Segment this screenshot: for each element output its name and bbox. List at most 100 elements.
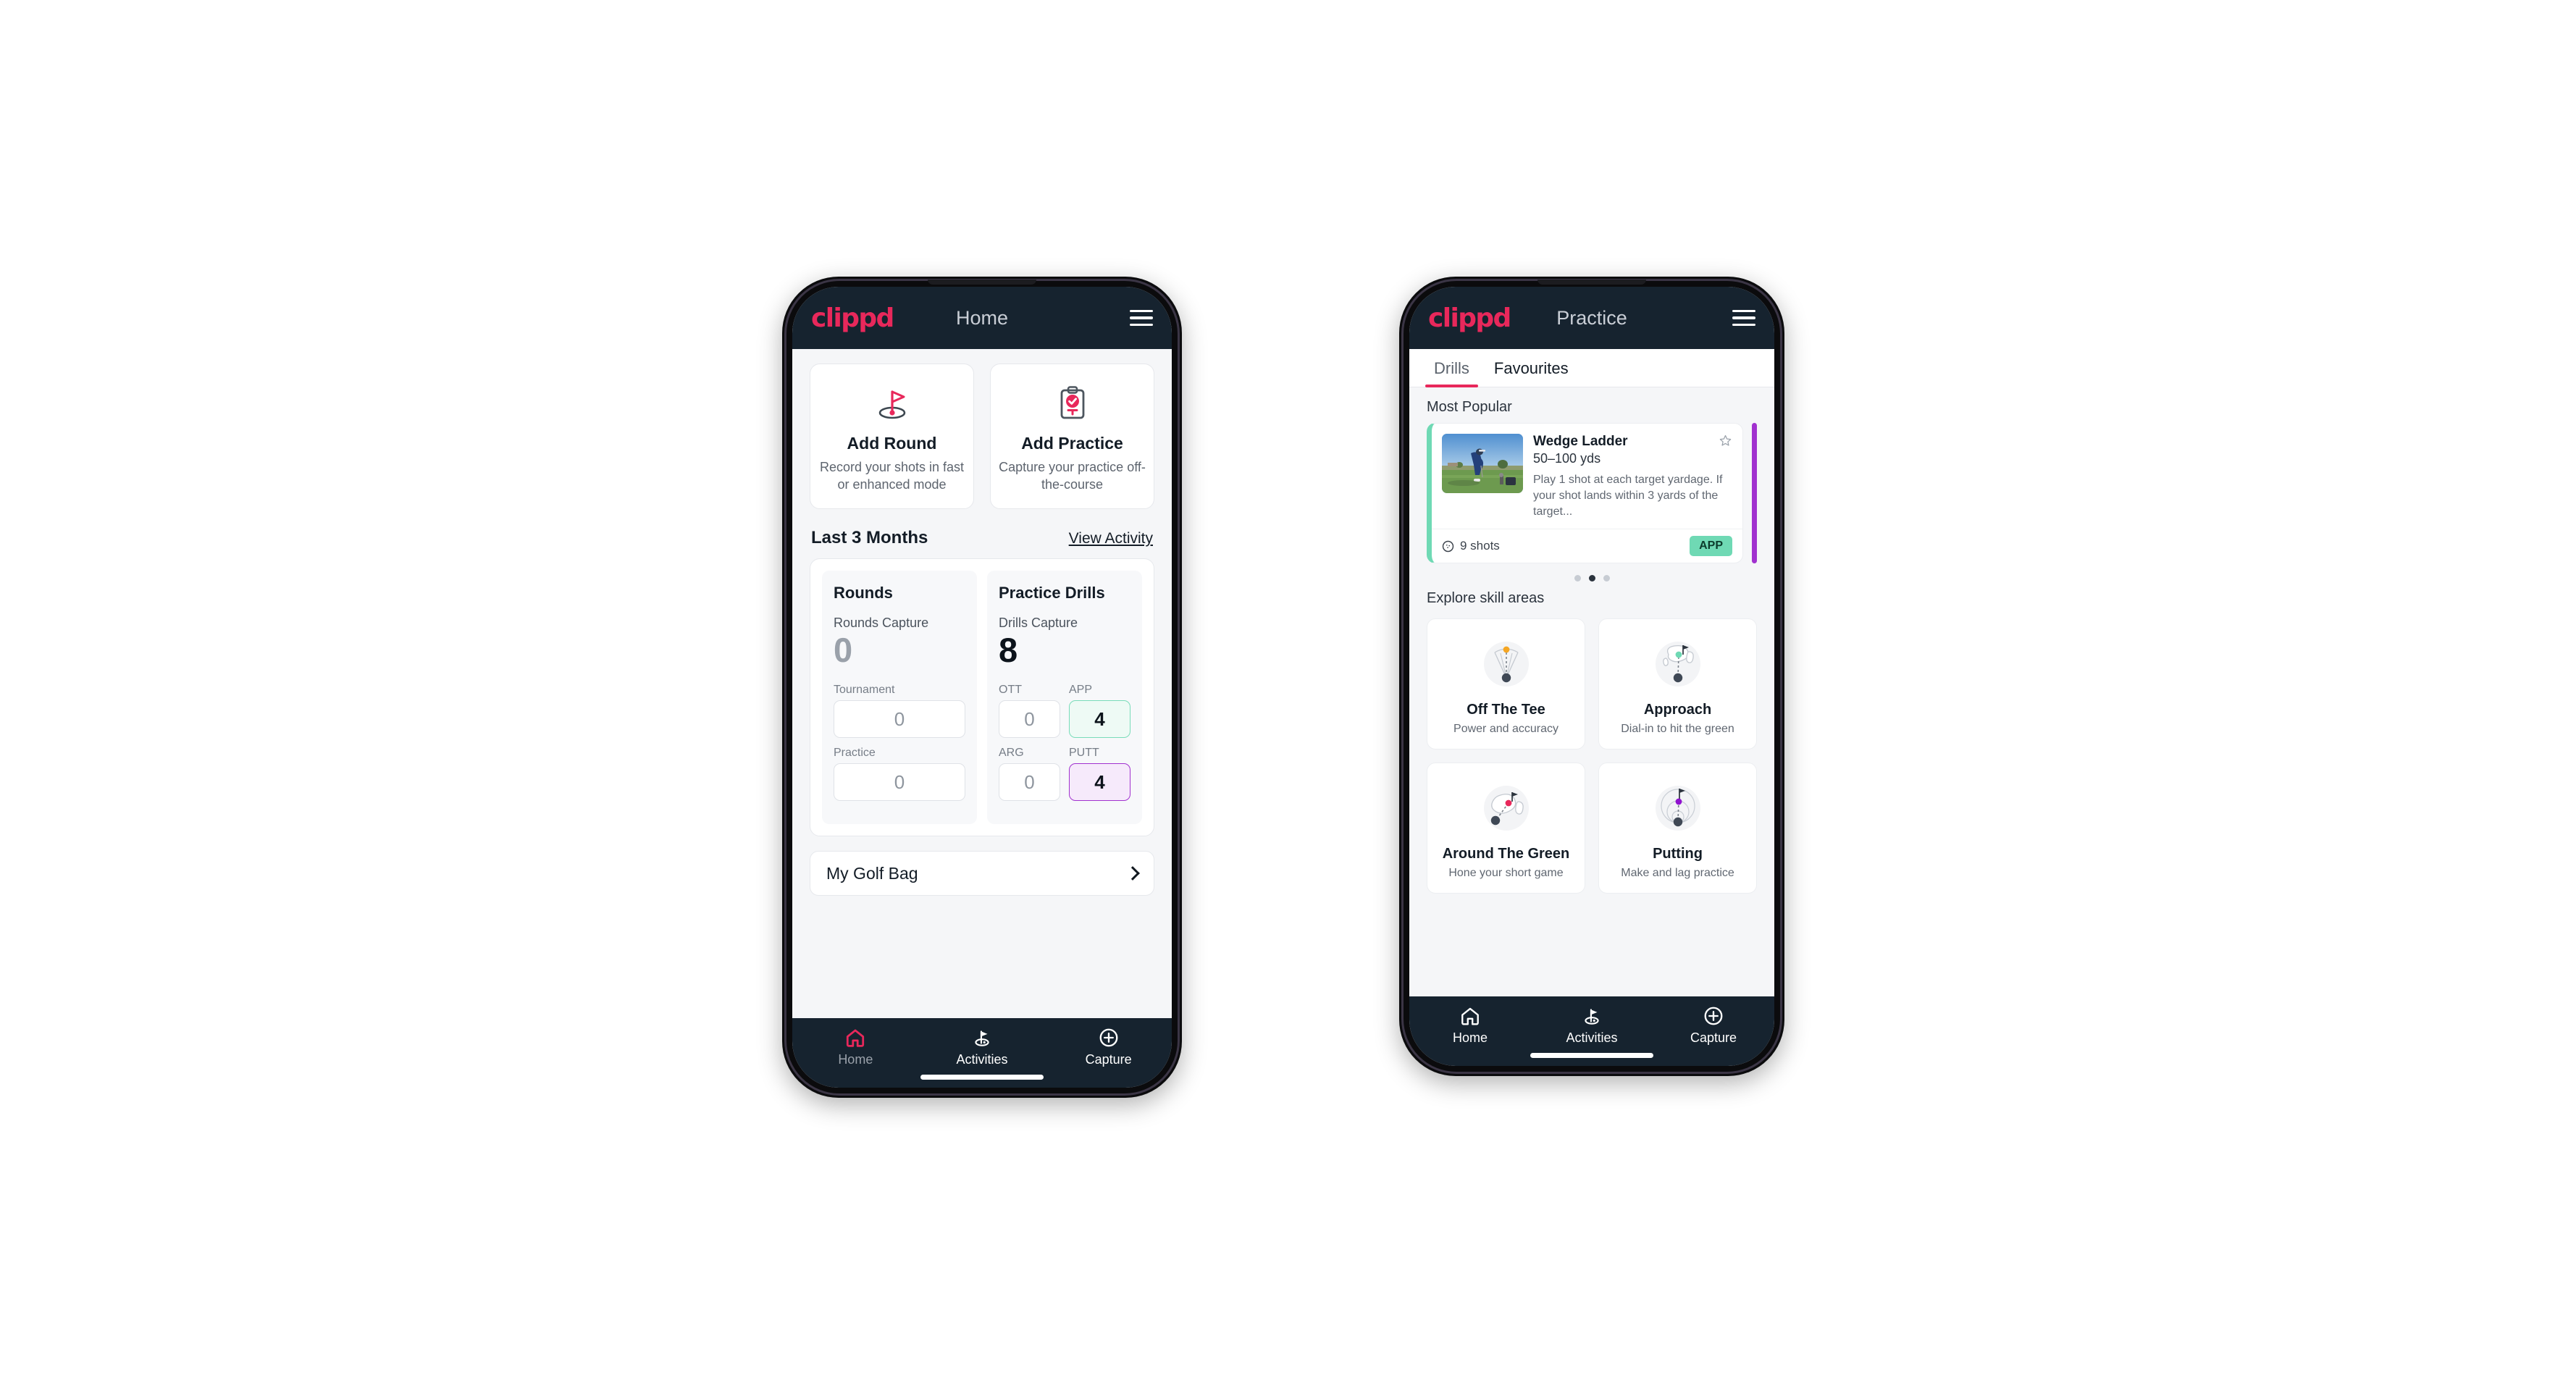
my-golf-bag-row[interactable]: My Golf Bag	[810, 851, 1154, 896]
home-indicator	[920, 1075, 1044, 1080]
my-golf-bag-label: My Golf Bag	[826, 863, 918, 883]
skill-card-off-the-tee[interactable]: Off The Tee Power and accuracy	[1427, 618, 1585, 750]
home-bottom-nav: Home Activities Capture	[792, 1018, 1172, 1088]
drill-top: Wedge Ladder 50–100 yds Play 1 shot at e…	[1432, 424, 1742, 529]
add-round-card[interactable]: Add Round Record your shots in fast or e…	[810, 364, 974, 509]
skill-title: Approach	[1643, 702, 1712, 718]
phone-speaker	[1537, 280, 1646, 285]
arg-value[interactable]: 0	[999, 763, 1060, 802]
nav-item-capture[interactable]: Capture	[1659, 1005, 1768, 1046]
quick-action-row: Add Round Record your shots in fast or e…	[792, 349, 1172, 509]
carousel-dots[interactable]	[1409, 563, 1774, 586]
carousel-dot[interactable]	[1574, 575, 1581, 582]
drill-description: Play 1 shot at each target yardage. If y…	[1533, 474, 1723, 518]
practice-value[interactable]: 0	[834, 763, 965, 802]
golf-flag-icon	[975, 1030, 989, 1046]
add-round-title: Add Round	[847, 434, 937, 453]
tab-favourites[interactable]: Favourites	[1485, 349, 1577, 387]
brand-logo[interactable]: clippd	[811, 303, 894, 333]
skill-title: Putting	[1653, 846, 1703, 862]
nav-item-activities[interactable]: Activities	[1537, 1005, 1646, 1046]
nav-label-capture: Capture	[1085, 1052, 1132, 1067]
nav-item-capture[interactable]: Capture	[1054, 1027, 1163, 1067]
skill-card-putting[interactable]: Putting Make and lag practice	[1598, 763, 1757, 894]
nav-label-activities: Activities	[956, 1052, 1008, 1067]
practice-tabs: Drills Favourites	[1409, 349, 1774, 387]
skill-subtitle: Hone your short game	[1448, 867, 1564, 880]
add-round-subtitle: Record your shots in fast or enhanced mo…	[819, 460, 965, 492]
nav-label-home: Home	[838, 1052, 873, 1067]
carousel-dot[interactable]	[1603, 575, 1610, 582]
skill-card-approach[interactable]: Approach Dial-in to hit the green	[1598, 618, 1757, 750]
tee-fan-icon	[1435, 631, 1577, 697]
drill-card[interactable]: Wedge Ladder 50–100 yds Play 1 shot at e…	[1427, 423, 1743, 564]
add-practice-title: Add Practice	[1021, 434, 1123, 453]
ott-value[interactable]: 0	[999, 700, 1060, 739]
putt-label: PUTT	[1069, 747, 1099, 760]
brand-logo[interactable]: clippd	[1428, 303, 1511, 333]
phone-speaker	[928, 280, 1036, 285]
tab-drills[interactable]: Drills	[1425, 349, 1478, 387]
arg-putt-row: ARG 0 PUTT 4	[999, 747, 1130, 810]
golf-flag-icon	[818, 380, 966, 425]
rounds-capture-label: Rounds Capture	[834, 615, 929, 630]
plus-circle-icon	[1704, 1007, 1723, 1025]
tournament-value[interactable]: 0	[834, 700, 965, 739]
skill-subtitle: Power and accuracy	[1453, 723, 1558, 736]
add-practice-subtitle: Capture your practice off-the-course	[999, 460, 1146, 492]
skill-card-around-the-green[interactable]: Around The Green Hone your short game	[1427, 763, 1585, 894]
carousel-dot-active[interactable]	[1588, 575, 1595, 582]
rounds-column: Rounds Rounds Capture 0 Tournament 0 Pra…	[822, 570, 977, 825]
rounds-capture-value: 0	[834, 630, 853, 669]
golf-ball-icon	[1442, 540, 1454, 552]
green-approach-icon	[1606, 631, 1749, 697]
drill-carousel[interactable]: Wedge Ladder 50–100 yds Play 1 shot at e…	[1409, 423, 1774, 564]
hamburger-icon[interactable]	[1130, 309, 1153, 327]
tournament-label: Tournament	[834, 684, 895, 697]
skill-subtitle: Make and lag practice	[1621, 867, 1734, 880]
practice-body: Most Popular Wedge Ladder 50–100 yds Pla…	[1409, 387, 1774, 996]
nav-item-home[interactable]: Home	[801, 1027, 910, 1067]
practice-appbar: clippd Practice	[1409, 287, 1774, 349]
view-activity-link[interactable]: View Activity	[1069, 530, 1153, 547]
putting-rings-icon	[1606, 775, 1749, 841]
last-3-months-header: Last 3 Months View Activity	[792, 509, 1172, 558]
arg-label: ARG	[999, 747, 1024, 760]
drill-shots: 9 shots	[1460, 539, 1500, 553]
nav-label-home: Home	[1452, 1030, 1488, 1045]
drill-yardage: 50–100 yds	[1533, 451, 1601, 466]
add-practice-card[interactable]: Add Practice Capture your practice off-t…	[990, 364, 1154, 509]
hamburger-icon[interactable]	[1732, 309, 1755, 327]
practice-drills-column: Practice Drills Drills Capture 8 OTT 0 A…	[987, 570, 1142, 825]
drills-title: Practice Drills	[999, 583, 1105, 602]
app-label: APP	[1069, 684, 1093, 697]
plus-circle-icon	[1099, 1028, 1118, 1047]
home-icon	[1461, 1007, 1479, 1025]
nav-label-activities: Activities	[1566, 1030, 1618, 1045]
practice-label: Practice	[834, 747, 876, 760]
clipboard-check-icon	[998, 380, 1146, 425]
nav-item-activities[interactable]: Activities	[928, 1027, 1036, 1067]
home-screen: Home clippd Home	[792, 287, 1172, 1088]
next-card-peek[interactable]	[1752, 423, 1757, 564]
home-icon	[847, 1029, 865, 1047]
screenshot-canvas: Home clippd Home	[0, 0, 2576, 1386]
practice-screen: clippd Practice Drills Favourites Most P…	[1409, 287, 1774, 1066]
skill-title: Off The Tee	[1467, 702, 1545, 718]
chevron-right-icon	[1125, 866, 1140, 881]
nav-item-home[interactable]: Home	[1416, 1005, 1524, 1046]
most-popular-label: Most Popular	[1427, 399, 1512, 415]
drill-info: Wedge Ladder 50–100 yds Play 1 shot at e…	[1533, 434, 1732, 520]
app-value[interactable]: 4	[1069, 700, 1130, 739]
drill-name-row: Wedge Ladder	[1533, 434, 1732, 451]
stats-card: Rounds Rounds Capture 0 Tournament 0 Pra…	[810, 558, 1154, 837]
drill-footer: 9 shots APP	[1432, 529, 1742, 563]
drill-skill-badge: APP	[1690, 536, 1732, 557]
home-indicator	[1530, 1053, 1653, 1058]
skill-title: Around The Green	[1442, 846, 1570, 862]
putt-value[interactable]: 4	[1069, 763, 1130, 802]
section-title: Last 3 Months	[811, 527, 928, 547]
ott-app-row: OTT 0 APP 4	[999, 684, 1130, 747]
star-outline-icon[interactable]	[1719, 434, 1732, 451]
practice-phone-frame: clippd Practice Drills Favourites Most P…	[1399, 277, 1784, 1076]
